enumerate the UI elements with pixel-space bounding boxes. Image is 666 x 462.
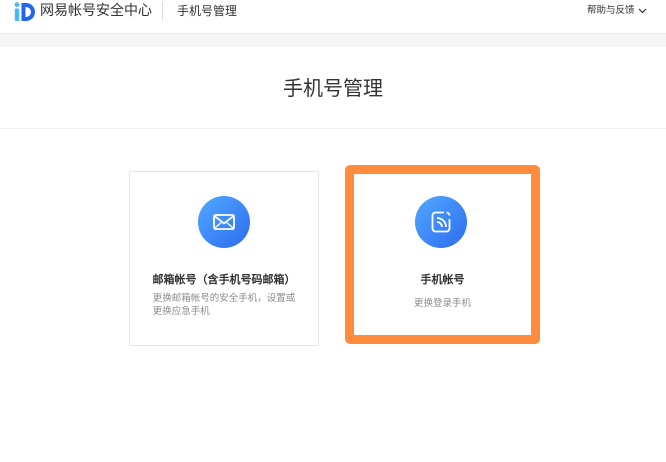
card-description-line: 更换应急手机: [152, 306, 210, 317]
card-title: 手机帐号: [420, 273, 465, 286]
header-band: [0, 34, 666, 47]
page-title: 手机号管理: [283, 76, 383, 100]
home-logo-link[interactable]: 网易帐号安全中心: [14, 1, 152, 21]
card-title: 邮箱帐号（含手机号码邮箱）: [152, 273, 296, 286]
card-description: 更换登录手机: [354, 291, 531, 310]
mail-icon: [213, 214, 235, 230]
phone-account-card[interactable]: 手机帐号 更换登录手机: [345, 165, 540, 344]
id-logo-icon: [14, 1, 35, 21]
card-description-line: 更换登录手机: [413, 298, 471, 309]
top-header: 网易帐号安全中心 手机号管理 帮助与反馈: [0, 0, 666, 34]
email-account-card[interactable]: 邮箱帐号（含手机号码邮箱） 更换邮箱帐号的安全手机，设置或 更换应急手机: [129, 171, 319, 346]
help-feedback-menu[interactable]: 帮助与反馈: [587, 3, 647, 19]
header-divider: [162, 2, 163, 20]
title-divider: [0, 128, 666, 129]
card-icon-badge: [415, 196, 467, 248]
chevron-down-icon: [638, 8, 646, 14]
card-description: 更换邮箱帐号的安全手机，设置或 更换应急手机: [130, 292, 318, 318]
card-description-line: 更换邮箱帐号的安全手机，设置或: [152, 293, 296, 304]
header-section-title: 手机号管理: [177, 4, 238, 18]
logo-text: 网易帐号安全中心: [40, 3, 152, 19]
help-feedback-label: 帮助与反馈: [587, 5, 635, 16]
phone-signal-icon: [431, 211, 451, 233]
card-icon-badge: [198, 196, 250, 248]
